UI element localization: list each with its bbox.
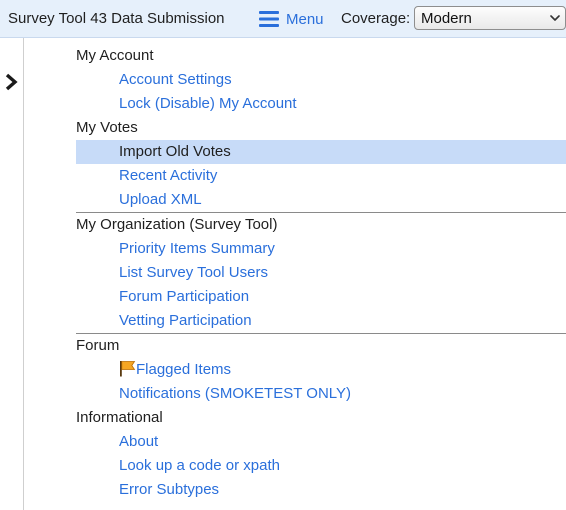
menu-item-account-settings[interactable]: Account Settings bbox=[76, 68, 566, 92]
menu-button[interactable]: Menu bbox=[259, 8, 324, 30]
menu-label: Menu bbox=[286, 10, 324, 28]
menu-item-lookup-code[interactable]: Look up a code or xpath bbox=[76, 454, 566, 478]
menu-item-import-old-votes[interactable]: Import Old Votes bbox=[76, 140, 566, 164]
menu-item-lock-account[interactable]: Lock (Disable) My Account bbox=[76, 92, 566, 116]
menu-item-about[interactable]: About bbox=[76, 430, 566, 454]
main-menu: My Account Account Settings Lock (Disabl… bbox=[76, 44, 566, 502]
menu-item-flagged-items[interactable]: Flagged Items bbox=[76, 358, 566, 382]
menu-item-notifications[interactable]: Notifications (SMOKETEST ONLY) bbox=[76, 382, 566, 406]
menu-item-vetting-participation[interactable]: Vetting Participation bbox=[76, 309, 566, 333]
section-title-forum: Forum bbox=[76, 337, 120, 354]
menu-item-recent-activity[interactable]: Recent Activity bbox=[76, 164, 566, 188]
section-title-my-account: My Account bbox=[76, 47, 154, 64]
menu-item-priority-items-summary[interactable]: Priority Items Summary bbox=[76, 237, 566, 261]
menu-item-error-subtypes[interactable]: Error Subtypes bbox=[76, 478, 566, 502]
chevron-right-icon[interactable] bbox=[4, 73, 18, 91]
menu-item-list-survey-tool-users[interactable]: List Survey Tool Users bbox=[76, 261, 566, 285]
flag-icon bbox=[120, 361, 136, 377]
coverage-value: Modern bbox=[421, 9, 472, 27]
menu-item-forum-participation[interactable]: Forum Participation bbox=[76, 285, 566, 309]
app-title: Survey Tool 43 Data Submission bbox=[8, 10, 225, 27]
section-title-my-organization: My Organization (Survey Tool) bbox=[76, 216, 278, 233]
top-bar: Survey Tool 43 Data Submission Menu Cove… bbox=[0, 0, 566, 38]
chevron-down-icon bbox=[550, 15, 560, 21]
menu-item-upload-xml[interactable]: Upload XML bbox=[76, 188, 566, 212]
section-title-informational: Informational bbox=[76, 409, 163, 426]
coverage-select[interactable]: Modern bbox=[414, 6, 566, 30]
hamburger-icon bbox=[259, 11, 279, 27]
coverage-label: Coverage: bbox=[341, 10, 411, 27]
section-title-my-votes: My Votes bbox=[76, 119, 138, 136]
menu-item-label: Flagged Items bbox=[136, 361, 232, 378]
left-sidebar bbox=[0, 38, 24, 510]
